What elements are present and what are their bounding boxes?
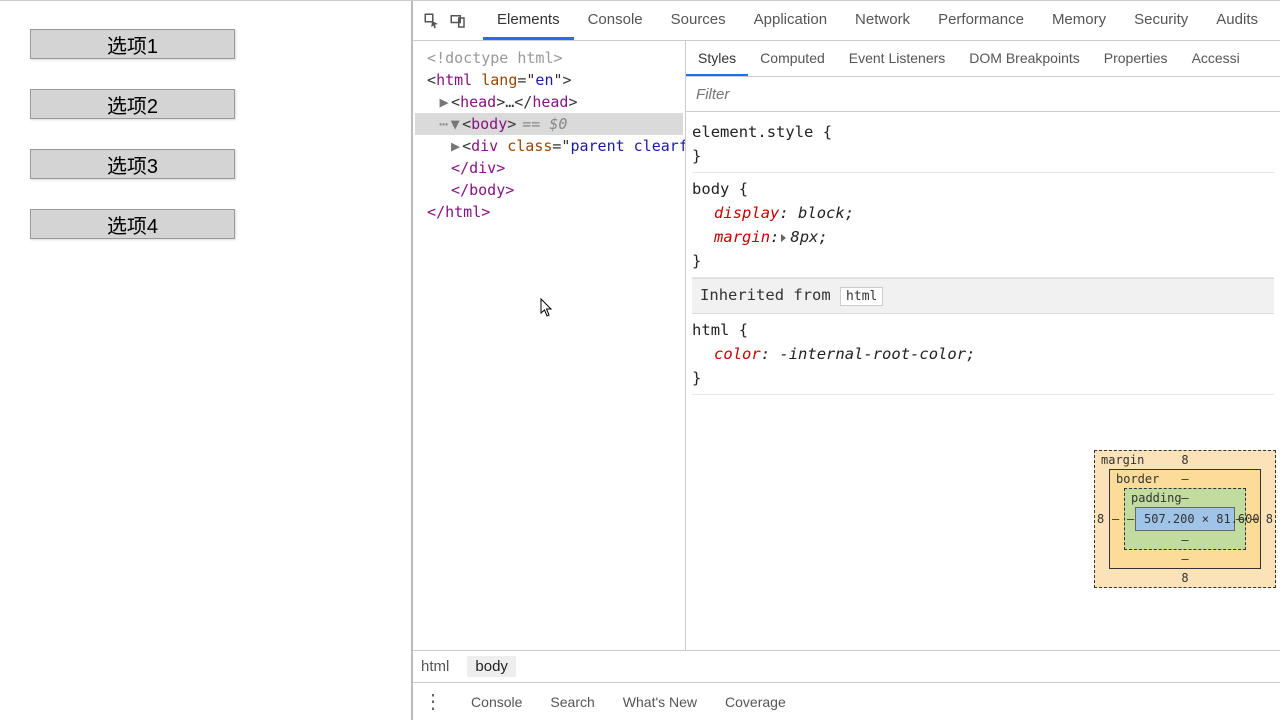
- dom-html-close[interactable]: </html>: [415, 201, 683, 223]
- tab-elements[interactable]: Elements: [483, 1, 574, 40]
- devtools-tabs: Elements Console Sources Application Net…: [483, 1, 1272, 40]
- rule-body[interactable]: body { display: block; margin:8px; }: [692, 173, 1274, 278]
- rule-element-style[interactable]: element.style { }: [692, 116, 1274, 173]
- dom-breadcrumb: html body: [413, 650, 1280, 682]
- styles-tab-dombreakpoints[interactable]: DOM Breakpoints: [957, 41, 1091, 76]
- styles-tabs: Styles Computed Event Listeners DOM Brea…: [686, 41, 1280, 77]
- styles-tab-eventlisteners[interactable]: Event Listeners: [837, 41, 958, 76]
- styles-tab-accessibility[interactable]: Accessi: [1180, 41, 1252, 76]
- styles-tab-styles[interactable]: Styles: [686, 41, 748, 76]
- tab-performance[interactable]: Performance: [924, 1, 1038, 40]
- devtools-drawer: ⋮ Console Search What's New Coverage: [413, 682, 1280, 720]
- rule-html[interactable]: html { color: -internal-root-color; }: [692, 314, 1274, 395]
- dom-head[interactable]: ▶<head>…</head>: [415, 91, 683, 113]
- dom-body-open[interactable]: ⋯▼<body>== $0: [415, 113, 683, 135]
- styles-filter-input[interactable]: [686, 77, 1280, 111]
- dom-html-open[interactable]: <html lang="en">: [415, 69, 683, 91]
- crumb-html[interactable]: html: [421, 658, 449, 675]
- page-preview: 选项1 选项2 选项3 选项4: [0, 1, 413, 720]
- option-button-1[interactable]: 选项1: [30, 29, 235, 59]
- options-grid: 选项1 选项2 选项3 选项4: [10, 19, 401, 249]
- box-model[interactable]: margin 8 8 8 8 border – – – –: [1094, 450, 1276, 588]
- dom-div-close[interactable]: </div>: [415, 157, 683, 179]
- crumb-body[interactable]: body: [467, 656, 516, 677]
- tab-audits[interactable]: Audits: [1202, 1, 1272, 40]
- tab-application[interactable]: Application: [740, 1, 841, 40]
- dom-doctype[interactable]: <!doctype html>: [415, 47, 683, 69]
- styles-tab-computed[interactable]: Computed: [748, 41, 837, 76]
- inspect-icon[interactable]: [421, 10, 443, 32]
- devtools: Elements Console Sources Application Net…: [413, 1, 1280, 720]
- drawer-tab-whatsnew[interactable]: What's New: [623, 694, 697, 710]
- dom-tree[interactable]: <!doctype html> <html lang="en"> ▶<head>…: [413, 41, 686, 650]
- inherited-from-bar: Inherited from html: [692, 278, 1274, 314]
- option-button-4[interactable]: 选项4: [30, 209, 235, 239]
- option-button-3[interactable]: 选项3: [30, 149, 235, 179]
- tab-console[interactable]: Console: [574, 1, 657, 40]
- dom-body-close[interactable]: </body>: [415, 179, 683, 201]
- styles-tab-properties[interactable]: Properties: [1092, 41, 1180, 76]
- tab-sources[interactable]: Sources: [657, 1, 740, 40]
- drawer-tab-search[interactable]: Search: [550, 694, 594, 710]
- tab-security[interactable]: Security: [1120, 1, 1202, 40]
- drawer-tab-console[interactable]: Console: [471, 694, 522, 710]
- tab-network[interactable]: Network: [841, 1, 924, 40]
- drawer-tab-coverage[interactable]: Coverage: [725, 694, 786, 710]
- option-button-2[interactable]: 选项2: [30, 89, 235, 119]
- devtools-toolbar: Elements Console Sources Application Net…: [413, 1, 1280, 41]
- styles-pane: Styles Computed Event Listeners DOM Brea…: [686, 41, 1280, 650]
- dom-div[interactable]: ▶<div class="parent clearfix">…: [415, 135, 683, 157]
- tab-memory[interactable]: Memory: [1038, 1, 1120, 40]
- device-toggle-icon[interactable]: [447, 10, 469, 32]
- drawer-menu-icon[interactable]: ⋮: [423, 689, 443, 714]
